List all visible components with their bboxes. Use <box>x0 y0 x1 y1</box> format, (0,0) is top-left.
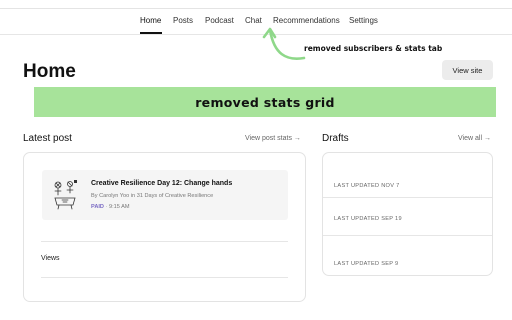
draft-item[interactable]: LAST UPDATED SEP 19 <box>323 198 492 236</box>
page-title: Home <box>23 61 76 82</box>
annotation-arrow-icon <box>262 27 306 60</box>
latest-post-meta: PAID · 9:15 AM <box>91 204 129 210</box>
view-post-stats-link[interactable]: View post stats → <box>245 135 301 142</box>
paid-badge: PAID <box>91 204 104 210</box>
nav-divider <box>0 34 512 35</box>
view-all-drafts-link[interactable]: View all → <box>458 135 491 142</box>
nav-item-podcast[interactable]: Podcast <box>205 16 234 26</box>
top-nav: Home Posts Podcast Chat Recommendations … <box>0 16 512 34</box>
view-site-button[interactable]: View site <box>442 60 493 80</box>
card-divider <box>41 277 288 278</box>
meta-separator: · <box>105 204 108 210</box>
post-time: 9:15 AM <box>108 204 130 210</box>
latest-post-title[interactable]: Creative Resilience Day 12: Change hands <box>91 180 232 187</box>
nav-item-posts[interactable]: Posts <box>173 16 193 26</box>
draft-updated-label: LAST UPDATED NOV 7 <box>334 183 400 189</box>
card-divider <box>41 241 288 242</box>
latest-post-heading: Latest post <box>23 133 72 144</box>
draft-updated-label: LAST UPDATED SEP 19 <box>334 216 402 222</box>
top-border <box>0 8 512 9</box>
draft-updated-label: LAST UPDATED SEP 9 <box>334 261 399 267</box>
latest-post-byline: By Carolyn Yoo in 31 Days of Creative Re… <box>91 193 214 199</box>
drafts-card: LAST UPDATED NOV 7 LAST UPDATED SEP 19 L… <box>322 152 493 276</box>
nav-item-home[interactable]: Home <box>140 16 161 26</box>
draft-item[interactable]: LAST UPDATED SEP 9 <box>323 236 492 274</box>
annotation-nav-note: removed subscribers & stats tab <box>304 44 443 53</box>
drafts-heading: Drafts <box>322 133 349 144</box>
views-label: Views <box>41 255 60 262</box>
draft-item[interactable]: LAST UPDATED NOV 7 <box>323 160 492 198</box>
nav-item-settings[interactable]: Settings <box>349 16 378 26</box>
post-thumbnail-illustration-icon <box>54 180 77 210</box>
annotation-banner-text: removed stats grid <box>195 94 335 110</box>
annotation-banner: removed stats grid <box>34 87 496 117</box>
